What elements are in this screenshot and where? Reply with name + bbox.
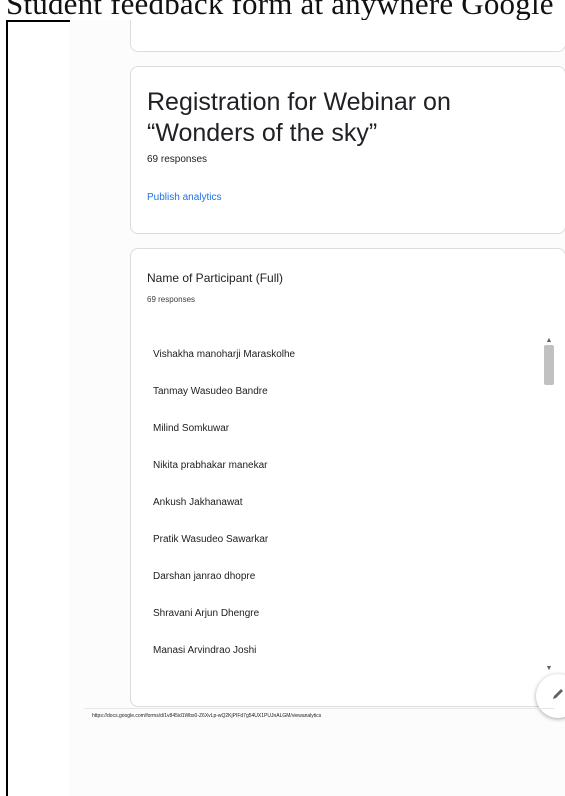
question-title: Name of Participant (Full) xyxy=(147,271,284,285)
list-item: Milind Somkuwar xyxy=(153,423,230,434)
list-item: Manasi Arvindrao Joshi xyxy=(153,645,257,656)
form-title: Registration for Webinar on “Wonders of … xyxy=(147,88,451,147)
list-item: Tanmay Wasudeo Bandre xyxy=(153,386,268,397)
page-url: https://docs.google.com/forms/d/1v845id1… xyxy=(92,713,322,719)
question-card: Name of Participant (Full) 69 responses … xyxy=(130,248,565,707)
summary-card: Registration for Webinar on “Wonders of … xyxy=(130,66,565,234)
edit-pencil-icon xyxy=(553,689,563,699)
list-item: Ankush Jakhanawat xyxy=(153,497,243,508)
response-list[interactable]: Vishakha manoharji Maraskolhe Tanmay Was… xyxy=(131,327,541,677)
list-item: Darshan janrao dhopre xyxy=(153,571,256,582)
response-count: 69 responses xyxy=(147,154,208,165)
list-item: Pratik Wasudeo Sawarkar xyxy=(153,534,269,545)
top-card xyxy=(130,20,565,52)
arrow-down-icon[interactable]: ▼ xyxy=(542,663,556,675)
question-response-count: 69 responses xyxy=(147,295,196,304)
list-item: Nikita prabhakar manekar xyxy=(153,460,268,471)
list-item: Vishakha manoharji Maraskolhe xyxy=(153,349,296,360)
list-item: Shravani Arjun Dhengre xyxy=(153,608,260,619)
forms-content-area: Registration for Webinar on “Wonders of … xyxy=(70,20,565,796)
publish-analytics-link[interactable]: Publish analytics xyxy=(147,192,221,203)
header-text: Student feedback form at anywhere Google xyxy=(6,0,554,20)
response-list-scrollbar[interactable]: ▲ ▼ xyxy=(542,335,556,675)
scrollbar-thumb[interactable] xyxy=(544,345,554,385)
footer-divider xyxy=(84,708,554,709)
